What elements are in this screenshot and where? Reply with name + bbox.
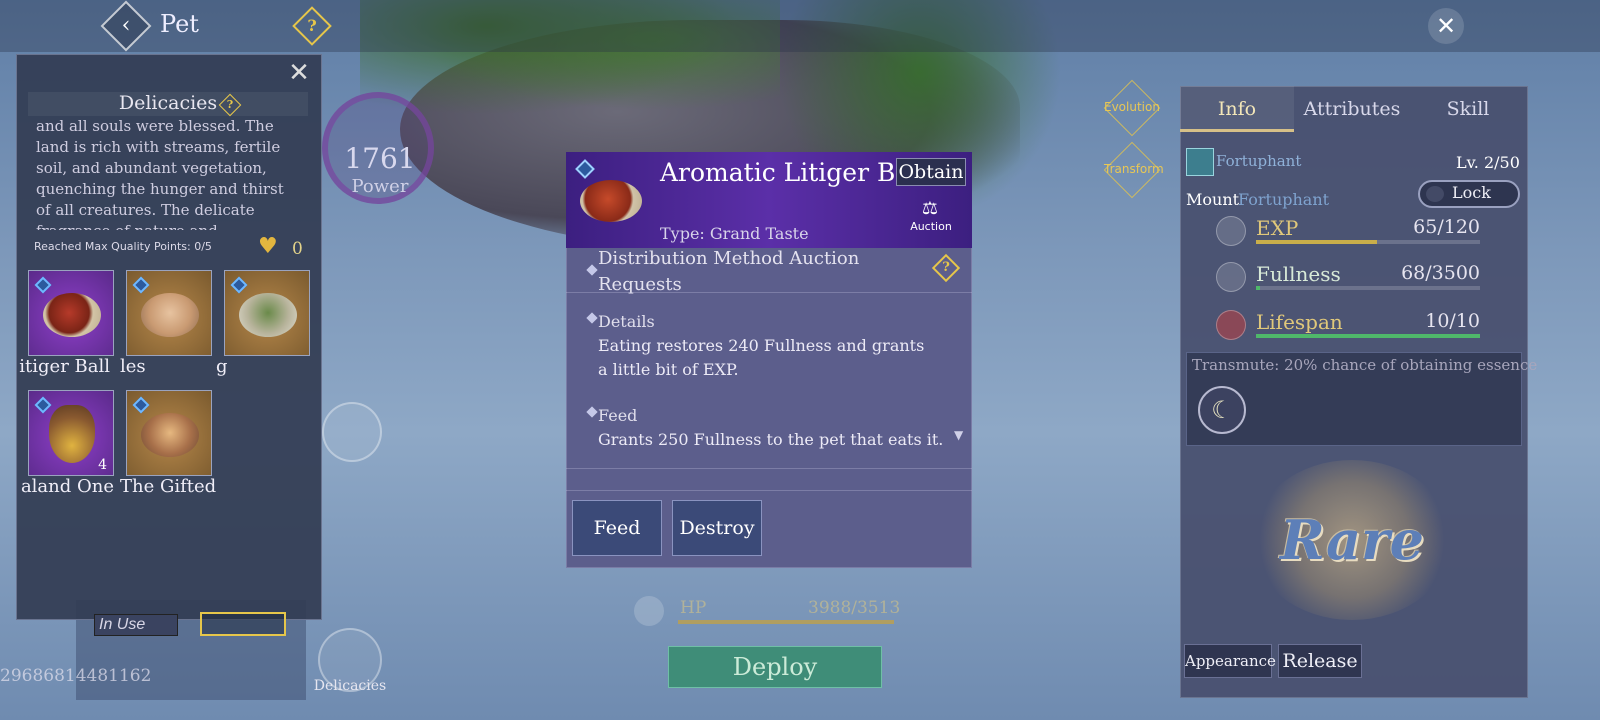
food-icon bbox=[580, 180, 642, 222]
deploy-button[interactable]: Deploy bbox=[668, 646, 882, 688]
in-use-label: In Use bbox=[94, 614, 178, 636]
stat-bar-track bbox=[1256, 286, 1480, 290]
rarity-badge-icon bbox=[132, 276, 150, 294]
divider bbox=[566, 468, 972, 469]
auction-icon[interactable]: ⚖ bbox=[912, 198, 948, 222]
food-icon bbox=[141, 413, 199, 457]
close-icon[interactable]: ✕ bbox=[1428, 8, 1464, 44]
food-icon bbox=[43, 293, 101, 337]
pet-name: Fortuphant bbox=[1216, 152, 1302, 170]
feed-title: Feed bbox=[598, 406, 638, 425]
help-icon: ? bbox=[307, 16, 317, 35]
close-panel-icon[interactable]: ✕ bbox=[284, 58, 314, 88]
fullness-icon bbox=[1216, 262, 1246, 292]
item-count: 4 bbox=[98, 457, 107, 473]
dragon-icon[interactable] bbox=[322, 402, 382, 462]
food-item-label: itiger Ball bbox=[19, 356, 110, 377]
back-arrow-icon: ‹ bbox=[121, 13, 131, 38]
hp-drop-icon bbox=[634, 596, 664, 626]
tab-attributes[interactable]: Attributes bbox=[1294, 86, 1410, 132]
rarity-badge-icon bbox=[132, 396, 150, 414]
mount-label: Mount bbox=[1186, 190, 1240, 209]
transform-label: Transform bbox=[1104, 162, 1164, 176]
stat-bar-track bbox=[1256, 334, 1480, 338]
heart-value: 0 bbox=[292, 239, 303, 259]
delicacies-icon-label: Delicacies bbox=[313, 678, 387, 694]
destroy-button[interactable]: Destroy bbox=[672, 500, 762, 556]
stat-bar-fill bbox=[1256, 286, 1261, 290]
lock-label: Lock bbox=[1452, 183, 1491, 202]
transmute-text: Transmute: 20% chance of obtaining essen… bbox=[1192, 356, 1538, 374]
rarity-badge-icon bbox=[230, 276, 248, 294]
food-item-label: The Gifted bbox=[120, 476, 217, 497]
stat-bar-track bbox=[1256, 240, 1480, 244]
power-label: Power bbox=[351, 176, 409, 197]
food-icon bbox=[49, 405, 95, 463]
food-icon bbox=[239, 293, 297, 337]
stat-bar-fill bbox=[1256, 334, 1480, 338]
stat-label: EXP bbox=[1256, 216, 1299, 240]
stat-label: Fullness bbox=[1256, 262, 1341, 286]
tab-info[interactable]: Info bbox=[1180, 86, 1294, 132]
mount-name: Fortuphant bbox=[1238, 190, 1330, 209]
heart-icon bbox=[1216, 310, 1246, 340]
hp-value: 3988/3513 bbox=[808, 598, 901, 618]
rarity-text: Rare bbox=[1280, 508, 1424, 572]
essence-icon[interactable]: ☾ bbox=[1198, 386, 1246, 434]
hp-label: HP bbox=[680, 598, 707, 618]
stat-value: 10/10 bbox=[1425, 310, 1480, 332]
selected-slot[interactable] bbox=[200, 612, 286, 636]
food-item-slot[interactable]: 4 bbox=[28, 390, 114, 476]
page-title: Pet bbox=[160, 10, 199, 38]
food-item-slot[interactable] bbox=[224, 270, 310, 356]
appearance-button[interactable]: Appearance bbox=[1184, 644, 1276, 678]
stat-bar-fill bbox=[1256, 240, 1377, 244]
food-item-slot[interactable] bbox=[28, 270, 114, 356]
lock-toggle-knob bbox=[1426, 186, 1444, 202]
feed-button[interactable]: Feed bbox=[572, 500, 662, 556]
delicacies-title: Delicacies bbox=[28, 92, 308, 116]
stat-value: 65/120 bbox=[1413, 216, 1480, 238]
exp-icon bbox=[1216, 216, 1246, 246]
details-title: Details bbox=[598, 312, 655, 331]
divider bbox=[566, 292, 972, 293]
food-item-label: g bbox=[216, 356, 228, 377]
obtain-button[interactable]: Obtain bbox=[896, 158, 966, 186]
stat-value: 68/3500 bbox=[1401, 262, 1480, 284]
distribution-text: Distribution Method Auction Requests bbox=[598, 248, 860, 295]
scroll-down-icon[interactable]: ▼ bbox=[954, 428, 963, 442]
divider bbox=[566, 490, 972, 491]
power-value: 1761 bbox=[344, 142, 416, 175]
max-quality-text: Reached Max Quality Points: 0/5 bbox=[34, 240, 212, 253]
evolution-label: Evolution bbox=[1104, 100, 1160, 114]
help-icon: ? bbox=[226, 98, 234, 111]
item-title: Aromatic Litiger Ball bbox=[660, 158, 927, 187]
hp-bar bbox=[678, 620, 894, 624]
rarity-badge-icon bbox=[34, 396, 52, 414]
lore-text: and all souls were blessed. The land is … bbox=[36, 117, 284, 230]
auction-label: Auction bbox=[910, 220, 952, 233]
heart-icon: ♥ bbox=[258, 234, 278, 259]
food-item-label: aland One bbox=[20, 476, 114, 497]
item-type: Type: Grand Taste bbox=[660, 224, 809, 243]
food-icon bbox=[141, 293, 199, 337]
pet-avatar-icon bbox=[1186, 148, 1214, 176]
pet-level: Lv. 2/50 bbox=[1456, 153, 1520, 172]
pet-id: 29686814481162 bbox=[0, 666, 152, 686]
tab-skill[interactable]: Skill bbox=[1410, 86, 1526, 132]
top-bar bbox=[0, 0, 1600, 52]
food-item-slot[interactable] bbox=[126, 390, 212, 476]
food-item-slot[interactable] bbox=[126, 270, 212, 356]
release-button[interactable]: Release bbox=[1278, 644, 1362, 678]
stat-label: Lifespan bbox=[1256, 310, 1343, 334]
feed-text: Grants 250 Fullness to the pet that eats… bbox=[598, 430, 944, 449]
details-text: Eating restores 240 Fullness and grants … bbox=[598, 336, 925, 379]
help-icon: ? bbox=[942, 260, 950, 275]
rarity-badge-icon bbox=[34, 276, 52, 294]
food-item-label: les bbox=[120, 356, 146, 377]
